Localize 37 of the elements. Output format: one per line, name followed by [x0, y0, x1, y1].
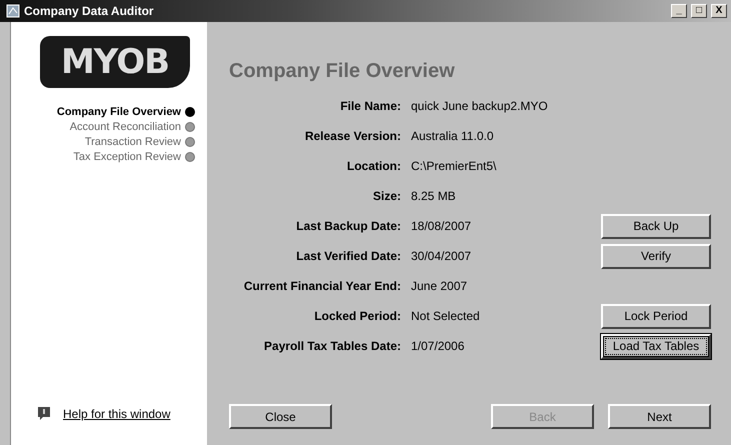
field-label: Location: [346, 159, 401, 173]
field-value: 30/04/2007 [411, 249, 472, 263]
action-button[interactable]: Lock Period [601, 304, 711, 328]
field-value: 18/08/2007 [411, 219, 472, 233]
field-value: C:\PremierEnt5\ [411, 159, 498, 173]
field-value: 1/07/2006 [411, 339, 466, 353]
footer-button[interactable]: Close [229, 404, 332, 429]
window-control-button[interactable]: □ [691, 4, 707, 18]
step-label: Account Reconciliation [70, 120, 181, 132]
field-label: Current Financial Year End: [242, 279, 401, 293]
help-icon [37, 406, 51, 421]
window-title: Company Data Auditor [24, 4, 155, 18]
field-label: Release Version: [304, 129, 401, 143]
field-value: Not Selected [411, 309, 481, 323]
field-label: Locked Period: [313, 309, 401, 323]
field-label: Payroll Tax Tables Date: [263, 339, 401, 353]
step-label: Tax Exception Review [73, 150, 181, 162]
field-value: Australia 11.0.0 [411, 129, 494, 143]
field-label: Last Verified Date: [295, 249, 401, 263]
page-heading: Company File Overview [229, 60, 456, 83]
field-label: Last Backup Date: [295, 219, 401, 233]
step-label: Company File Overview [56, 106, 181, 118]
footer-button[interactable]: Next [608, 404, 711, 429]
logo: MYOB [40, 36, 190, 88]
action-button[interactable]: Load Tax Tables [601, 334, 711, 358]
field-label: Size: [372, 189, 401, 203]
field-value: June 2007 [411, 279, 468, 293]
window-control-button[interactable]: X [711, 4, 727, 18]
action-button[interactable]: Back Up [601, 214, 711, 238]
window-control-button[interactable]: _ [671, 4, 687, 18]
step-label: Transaction Review [84, 136, 181, 148]
help-link[interactable]: Help for this window [63, 406, 170, 420]
app-icon [6, 4, 20, 18]
action-button[interactable]: Verify [601, 244, 711, 268]
field-value: 8.25 MB [411, 189, 457, 203]
field-value: quick June backup2.MYO [411, 99, 549, 113]
field-label: File Name: [339, 99, 401, 113]
